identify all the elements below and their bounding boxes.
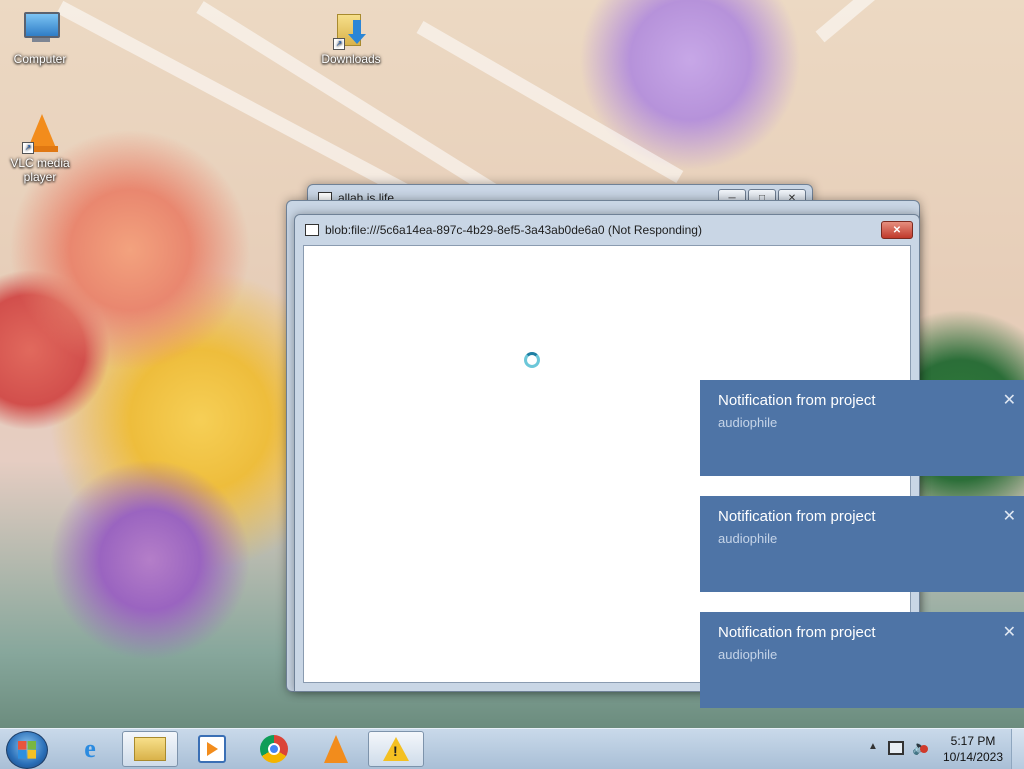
network-icon[interactable]: [888, 741, 904, 755]
vlc-cone-icon: ↗: [20, 112, 60, 154]
taskbar-media-player[interactable]: [184, 731, 240, 767]
desktop-icon-vlc[interactable]: ↗ VLC media player: [2, 112, 78, 184]
notification-toast[interactable]: Notification from project audiophile ✕: [700, 380, 1024, 476]
notification-toast[interactable]: Notification from project audiophile ✕: [700, 612, 1024, 708]
clock[interactable]: 5:17 PM 10/14/2023: [940, 733, 1006, 765]
ie-icon: e: [84, 734, 96, 763]
taskbar-explorer[interactable]: [122, 731, 178, 767]
chrome-icon: [260, 735, 288, 763]
taskbar-warning-app[interactable]: !: [368, 731, 424, 767]
notification-toast[interactable]: Notification from project audiophile ✕: [700, 496, 1024, 592]
notification-body: audiophile: [718, 415, 778, 430]
downloads-folder-icon: ↗: [331, 8, 371, 50]
busy-cursor-icon: [524, 352, 540, 368]
close-icon[interactable]: ✕: [1003, 390, 1016, 410]
volume-muted-icon[interactable]: 🔈: [912, 739, 929, 756]
explorer-icon: [134, 737, 166, 761]
app-window-icon: [305, 224, 319, 236]
notification-title: Notification from project: [718, 508, 876, 525]
show-hidden-icons-icon[interactable]: ▲: [868, 741, 878, 752]
taskbar-ie[interactable]: e: [62, 731, 118, 767]
warning-icon: !: [383, 737, 409, 761]
clock-time: 5:17 PM: [950, 734, 996, 748]
notification-title: Notification from project: [718, 392, 876, 409]
desktop-icon-downloads[interactable]: ↗ Downloads: [313, 8, 389, 66]
wallpaper-ray: [815, 0, 978, 43]
desktop-icon-label: Computer: [13, 52, 67, 66]
window-title: blob:file:///5c6a14ea-897c-4b29-8ef5-3a4…: [325, 223, 702, 237]
close-icon[interactable]: ✕: [1003, 506, 1016, 526]
notification-title: Notification from project: [718, 624, 876, 641]
taskbar: e ! ▲ 🔈 5:17 PM 10/14/2023: [0, 728, 1024, 769]
computer-icon: [20, 8, 60, 48]
show-desktop-button[interactable]: [1011, 729, 1024, 769]
close-button[interactable]: ✕: [881, 221, 913, 239]
desktop-icon-label: Downloads: [321, 52, 381, 66]
media-player-icon: [198, 735, 226, 763]
notification-body: audiophile: [718, 647, 778, 662]
notification-body: audiophile: [718, 531, 778, 546]
start-button[interactable]: [6, 731, 48, 769]
system-tray: ▲ 🔈 5:17 PM 10/14/2023: [854, 729, 1024, 769]
clock-date: 10/14/2023: [942, 750, 1004, 764]
taskbar-chrome[interactable]: [246, 731, 302, 767]
desktop-icon-label: VLC media player: [10, 156, 70, 184]
close-icon[interactable]: ✕: [1003, 622, 1016, 642]
taskbar-vlc[interactable]: [308, 731, 364, 767]
desktop-icon-computer[interactable]: Computer: [2, 8, 78, 66]
vlc-icon: [324, 735, 348, 763]
